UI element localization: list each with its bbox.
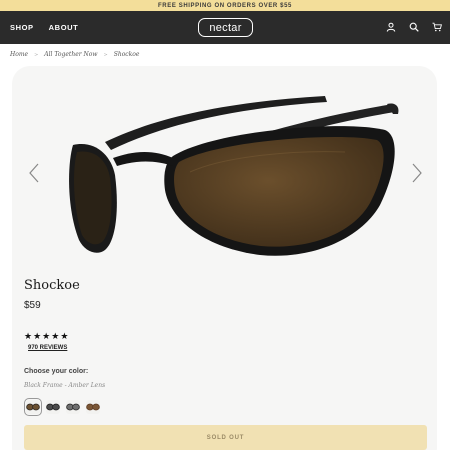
product-title: Shockoe: [24, 278, 80, 293]
promo-text: FREE SHIPPING ON ORDERS OVER $55: [158, 2, 292, 9]
star-icon: ★: [51, 331, 60, 341]
color-swatches: [24, 398, 100, 416]
breadcrumb: Home > All Together Now > Shockoe: [10, 51, 139, 58]
swatch-black-amber[interactable]: [24, 398, 42, 416]
sold-out-button[interactable]: SOLD OUT: [24, 425, 427, 450]
breadcrumb-home[interactable]: Home: [10, 51, 28, 58]
cart-icon[interactable]: [431, 21, 442, 32]
brand-logo[interactable]: nectar: [198, 18, 253, 37]
breadcrumb-current: Shockoe: [113, 51, 140, 58]
product-price: $59: [24, 300, 41, 311]
star-icon: ★: [24, 331, 33, 341]
rating-stars: ★ ★ ★ ★ ★: [24, 332, 68, 341]
promo-bar: FREE SHIPPING ON ORDERS OVER $55: [0, 0, 450, 11]
star-icon: ★: [42, 331, 51, 341]
chevron-right-icon[interactable]: [410, 162, 424, 184]
account-icon[interactable]: [385, 21, 396, 32]
sold-out-label: SOLD OUT: [206, 434, 245, 441]
swatch-tortoise[interactable]: [86, 400, 100, 414]
product-image: [55, 90, 405, 270]
swatch-black-smoke[interactable]: [46, 400, 60, 414]
swatch-black-grey[interactable]: [66, 400, 80, 414]
chevron-left-icon[interactable]: [27, 162, 41, 184]
header-actions: [385, 21, 442, 32]
main-nav: SHOP ABOUT: [10, 23, 78, 32]
search-icon[interactable]: [408, 21, 419, 32]
breadcrumb-separator: >: [103, 51, 108, 58]
color-value: Black Frame - Amber Lens: [24, 382, 106, 389]
color-label: Choose your color:: [24, 368, 89, 375]
nav-shop[interactable]: SHOP: [10, 23, 34, 32]
site-header: SHOP ABOUT nectar: [0, 11, 450, 44]
breadcrumb-collection[interactable]: All Together Now: [44, 51, 97, 58]
star-icon: ★: [33, 331, 42, 341]
nav-about[interactable]: ABOUT: [49, 23, 79, 32]
star-icon: ★: [60, 331, 69, 341]
reviews-link[interactable]: 970 REVIEWS: [28, 345, 67, 351]
breadcrumb-separator: >: [34, 51, 39, 58]
logo-text: nectar: [209, 21, 242, 34]
